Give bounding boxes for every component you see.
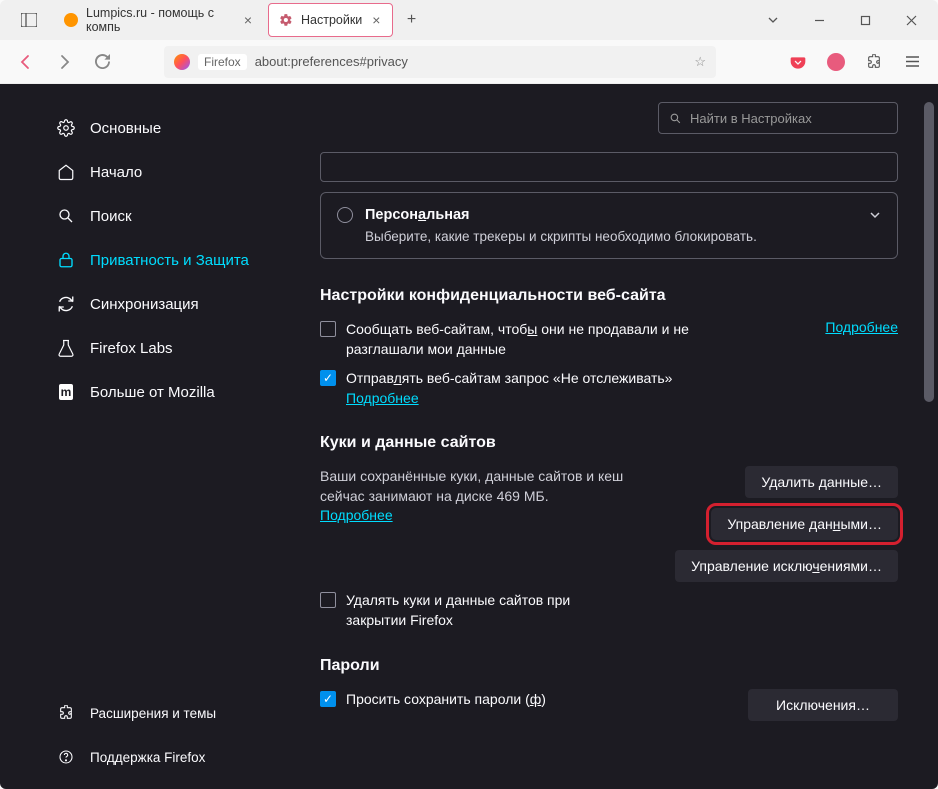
chevron-down-icon[interactable] — [869, 209, 881, 221]
nav-label: Расширения и темы — [90, 706, 216, 721]
firefox-logo-icon — [174, 54, 190, 70]
preferences-page: Основные Начало Поиск Приватность и Защи… — [0, 84, 938, 789]
nav-home[interactable]: Начало — [48, 152, 288, 192]
nav-label: Синхронизация — [90, 296, 199, 313]
preferences-content: Найти в Настройках Персональная Выберите… — [300, 84, 938, 789]
reload-button[interactable] — [86, 46, 118, 78]
protection-custom-card[interactable]: Персональная Выберите, какие трекеры и с… — [320, 192, 898, 259]
nav-more-mozilla[interactable]: m Больше от Mozilla — [48, 372, 288, 412]
section-heading: Пароли — [320, 657, 898, 675]
bookmark-star-icon[interactable]: ☆ — [694, 54, 706, 70]
nav-general[interactable]: Основные — [48, 108, 288, 148]
close-button[interactable] — [888, 4, 934, 36]
section-heading: Настройки конфиденциальности веб-сайта — [320, 287, 898, 305]
lock-icon — [56, 250, 76, 270]
mozilla-icon: m — [56, 382, 76, 402]
nav-label: Начало — [90, 164, 142, 181]
tab-strip: Lumpics.ru - помощь с компь × Настройки … — [54, 3, 750, 37]
titlebar: Lumpics.ru - помощь с компь × Настройки … — [0, 0, 938, 40]
tab-lumpics[interactable]: Lumpics.ru - помощь с компь × — [54, 3, 264, 37]
option-label: Удалять куки и данные сайтов при закрыти… — [346, 590, 626, 631]
tab-label: Настройки — [301, 13, 362, 27]
close-icon[interactable]: × — [370, 12, 382, 28]
password-exceptions-button[interactable]: Исключения… — [748, 689, 898, 721]
nav-extensions[interactable]: Расширения и темы — [48, 693, 288, 733]
gear-icon — [279, 13, 293, 27]
nav-sync[interactable]: Синхронизация — [48, 284, 288, 324]
option-label: Отправлять веб-сайтам запрос «Не отслежи… — [346, 368, 706, 409]
clear-data-button[interactable]: Удалить данные… — [745, 466, 898, 498]
manage-exceptions-button[interactable]: Управление исключениями… — [675, 550, 898, 582]
gear-icon — [56, 118, 76, 138]
nav-toolbar: Firefox about:preferences#privacy ☆ — [0, 40, 938, 84]
search-icon — [56, 206, 76, 226]
tab-settings[interactable]: Настройки × — [268, 3, 393, 37]
chevron-down-icon[interactable] — [750, 4, 796, 36]
account-button[interactable] — [820, 46, 852, 78]
checkbox-do-not-sell[interactable] — [320, 321, 336, 337]
nav-label: Поддержка Firefox — [90, 750, 205, 765]
forward-button[interactable] — [48, 46, 80, 78]
cookies-section: Куки и данные сайтов Ваши сохранённые ку… — [320, 434, 898, 631]
back-button[interactable] — [10, 46, 42, 78]
sidebar-toggle-button[interactable] — [14, 5, 44, 35]
search-input[interactable]: Найти в Настройках — [658, 102, 898, 134]
url-bar[interactable]: Firefox about:preferences#privacy ☆ — [164, 46, 716, 78]
learn-more-link[interactable]: Подробнее — [320, 507, 393, 523]
puzzle-icon — [56, 703, 76, 723]
maximize-button[interactable] — [842, 4, 888, 36]
section-heading: Куки и данные сайтов — [320, 434, 898, 452]
url-text: about:preferences#privacy — [255, 54, 408, 69]
protection-option-partial[interactable] — [320, 152, 898, 182]
url-prefix: Firefox — [198, 54, 247, 70]
scrollbar-thumb[interactable] — [924, 102, 934, 402]
help-icon — [56, 747, 76, 767]
minimize-button[interactable] — [796, 4, 842, 36]
lumpics-favicon — [64, 13, 78, 27]
search-placeholder: Найти в Настройках — [690, 111, 812, 126]
nav-label: Больше от Mozilla — [90, 384, 215, 401]
new-tab-button[interactable]: + — [397, 6, 425, 34]
nav-privacy[interactable]: Приватность и Защита — [48, 240, 288, 280]
website-privacy-section: Настройки конфиденциальности веб-сайта С… — [320, 287, 898, 408]
nav-search[interactable]: Поиск — [48, 196, 288, 236]
app-menu-button[interactable] — [896, 46, 928, 78]
checkbox-do-not-track[interactable]: ✓ — [320, 370, 336, 386]
checkbox-save-passwords[interactable]: ✓ — [320, 691, 336, 707]
cookies-description: Ваши сохранённые куки, данные сайтов и к… — [320, 466, 660, 507]
tab-label: Lumpics.ru - помощь с компь — [86, 6, 234, 34]
nav-support[interactable]: Поддержка Firefox — [48, 737, 288, 777]
radio-icon[interactable] — [337, 207, 353, 223]
checkbox-delete-on-close[interactable] — [320, 592, 336, 608]
manage-data-button[interactable]: Управление данными… — [711, 508, 898, 540]
browser-window: Lumpics.ru - помощь с компь × Настройки … — [0, 0, 938, 789]
scrollbar[interactable] — [924, 102, 934, 771]
home-icon — [56, 162, 76, 182]
nav-label: Поиск — [90, 208, 132, 225]
extensions-button[interactable] — [858, 46, 890, 78]
flask-icon — [56, 338, 76, 358]
nav-labs[interactable]: Firefox Labs — [48, 328, 288, 368]
passwords-section: Пароли ✓ Просить сохранить пароли (ф) Ис… — [320, 657, 898, 721]
sync-icon — [56, 294, 76, 314]
learn-more-link[interactable]: Подробнее — [346, 390, 419, 406]
nav-label: Приватность и Защита — [90, 252, 249, 269]
window-controls — [750, 4, 934, 36]
nav-label: Основные — [90, 120, 161, 137]
preferences-nav: Основные Начало Поиск Приватность и Защи… — [0, 84, 300, 789]
card-title: Персональная — [365, 207, 470, 223]
nav-label: Firefox Labs — [90, 340, 173, 357]
learn-more-link[interactable]: Подробнее — [825, 319, 898, 335]
close-icon[interactable]: × — [242, 12, 254, 28]
pocket-button[interactable] — [782, 46, 814, 78]
option-label: Сообщать веб-сайтам, чтобы они не продав… — [346, 319, 706, 360]
card-description: Выберите, какие трекеры и скрипты необхо… — [365, 229, 881, 244]
option-label: Просить сохранить пароли (ф) — [346, 689, 546, 709]
